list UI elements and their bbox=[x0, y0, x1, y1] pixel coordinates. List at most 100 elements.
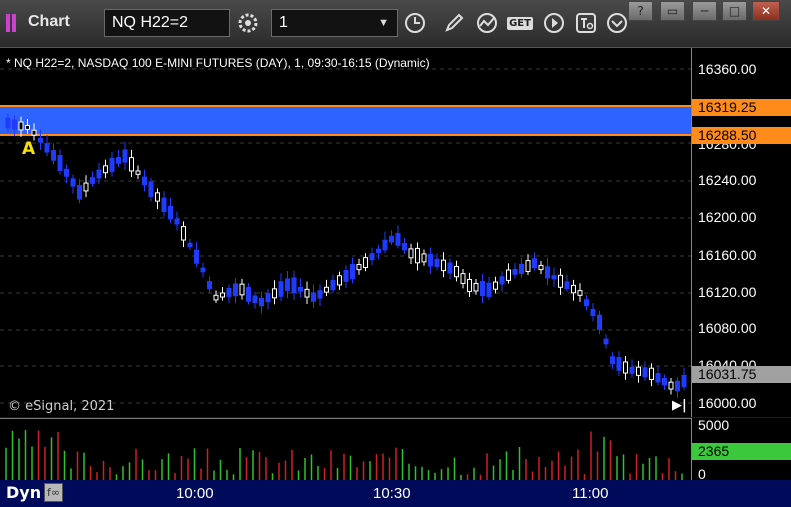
candle-body bbox=[116, 156, 121, 164]
candle-body bbox=[174, 218, 180, 225]
candle-body bbox=[571, 284, 576, 294]
candle-body bbox=[473, 282, 479, 292]
candle-body bbox=[408, 248, 414, 259]
candle-body bbox=[668, 381, 674, 390]
candle-body bbox=[493, 281, 498, 290]
minimize-button[interactable]: ─ bbox=[692, 1, 717, 21]
candle-body bbox=[291, 277, 297, 294]
window-title: Chart bbox=[28, 13, 70, 30]
candle-body bbox=[142, 176, 147, 186]
candle-body bbox=[330, 279, 336, 291]
candle-body bbox=[655, 373, 661, 383]
candle-body bbox=[25, 124, 30, 130]
price-tick: 16120.00 bbox=[698, 284, 757, 300]
chevron-down-icon: ▼ bbox=[378, 17, 389, 29]
candle-body bbox=[51, 150, 56, 161]
price-axis[interactable]: 16360.00 16280.00 16240.00 16200.00 1616… bbox=[691, 48, 791, 417]
candle-body bbox=[363, 257, 368, 268]
candle-body bbox=[64, 168, 69, 177]
candle-body bbox=[519, 263, 524, 275]
volume-pane[interactable] bbox=[0, 418, 691, 481]
price-tick: 16360.00 bbox=[698, 61, 757, 77]
candle-body bbox=[376, 248, 381, 254]
candle-body bbox=[246, 287, 251, 302]
level-band bbox=[0, 106, 691, 135]
clock-icon[interactable] bbox=[401, 10, 429, 36]
price-chart-pane[interactable]: * NQ H22=2, NASDAQ 100 E-MINI FUTURES (D… bbox=[0, 48, 691, 417]
watermark: © eSignal, 2021 bbox=[8, 399, 115, 414]
candle-body bbox=[623, 361, 628, 374]
get-data-icon[interactable]: GET bbox=[506, 10, 534, 36]
settings-gear-icon[interactable] bbox=[234, 10, 262, 36]
interval-value: 1 bbox=[279, 14, 288, 31]
candle-body bbox=[272, 288, 277, 299]
restore-link-button[interactable]: ▭ bbox=[660, 1, 685, 21]
candle-body bbox=[129, 157, 134, 172]
candle-body bbox=[467, 279, 472, 292]
price-tick: 16200.00 bbox=[698, 209, 757, 225]
candle-body bbox=[70, 178, 76, 187]
candle-body bbox=[109, 157, 115, 172]
chart-app-icon bbox=[6, 14, 18, 32]
candle-body bbox=[512, 268, 518, 275]
candle-body bbox=[506, 269, 511, 281]
help-button[interactable]: ? bbox=[628, 1, 653, 21]
candle-body bbox=[545, 266, 550, 279]
candle-body bbox=[532, 258, 537, 269]
candle-body bbox=[564, 281, 570, 290]
volume-tick: 5000 bbox=[698, 417, 730, 433]
candle-body bbox=[200, 267, 206, 273]
play-icon[interactable] bbox=[540, 10, 568, 36]
candle-body bbox=[265, 293, 271, 303]
close-button[interactable]: ✕ bbox=[752, 1, 780, 21]
candle-body bbox=[155, 192, 160, 202]
candle-body bbox=[616, 356, 622, 371]
time-axis-bar: Dyn f∞ 10:00 10:30 11:00 bbox=[0, 480, 791, 507]
interval-select[interactable]: 1 ▼ bbox=[271, 9, 398, 37]
candle-body bbox=[90, 177, 95, 184]
candle-body bbox=[207, 281, 212, 290]
candle-body bbox=[96, 169, 102, 179]
candle-body bbox=[350, 264, 355, 279]
candle-body bbox=[603, 338, 609, 345]
volume-current-tag: 2365 bbox=[692, 443, 791, 460]
candle-body bbox=[337, 275, 342, 286]
lock-scale-icon[interactable]: f∞ bbox=[44, 483, 63, 502]
time-label: 10:30 bbox=[373, 485, 411, 502]
chart-description: * NQ H22=2, NASDAQ 100 E-MINI FUTURES (D… bbox=[6, 56, 430, 70]
title-bar: Chart NQ H22=2 1 ▼ GET ? ▭ ─ □ ✕ bbox=[0, 0, 791, 48]
more-options-icon[interactable] bbox=[603, 10, 631, 36]
candle-body bbox=[636, 366, 641, 376]
candle-body bbox=[168, 205, 173, 220]
level-low-tag: 16288.50 bbox=[692, 127, 791, 144]
candle-body bbox=[38, 137, 43, 143]
pencil-icon[interactable] bbox=[440, 10, 468, 36]
candle-body bbox=[389, 235, 394, 243]
text-tool-icon[interactable] bbox=[572, 10, 600, 36]
symbol-input[interactable]: NQ H22=2 bbox=[104, 9, 230, 37]
candle-body bbox=[135, 170, 141, 175]
candle-body bbox=[649, 367, 654, 381]
candle-body bbox=[83, 182, 89, 192]
candle-body bbox=[428, 253, 433, 267]
candle-body bbox=[103, 165, 108, 174]
candle-body bbox=[148, 181, 154, 197]
price-chart-canvas bbox=[0, 68, 691, 404]
candle-body bbox=[454, 265, 459, 278]
candle-body bbox=[597, 314, 602, 330]
candle-body bbox=[584, 299, 589, 307]
study-icon[interactable] bbox=[473, 10, 501, 36]
candle-body bbox=[382, 239, 388, 251]
marker-label: A bbox=[22, 139, 36, 159]
candle-body bbox=[369, 253, 375, 261]
candle-body bbox=[681, 374, 687, 388]
candle-body bbox=[5, 117, 11, 129]
scroll-to-end-icon[interactable]: ▶| bbox=[672, 398, 687, 413]
candle-body bbox=[252, 295, 258, 304]
time-label: 11:00 bbox=[572, 485, 609, 502]
dynamic-mode-label[interactable]: Dyn bbox=[6, 483, 41, 502]
maximize-button[interactable]: □ bbox=[722, 1, 747, 21]
price-tick: 16080.00 bbox=[698, 320, 757, 336]
candle-body bbox=[421, 253, 427, 263]
candle-body bbox=[122, 149, 128, 163]
